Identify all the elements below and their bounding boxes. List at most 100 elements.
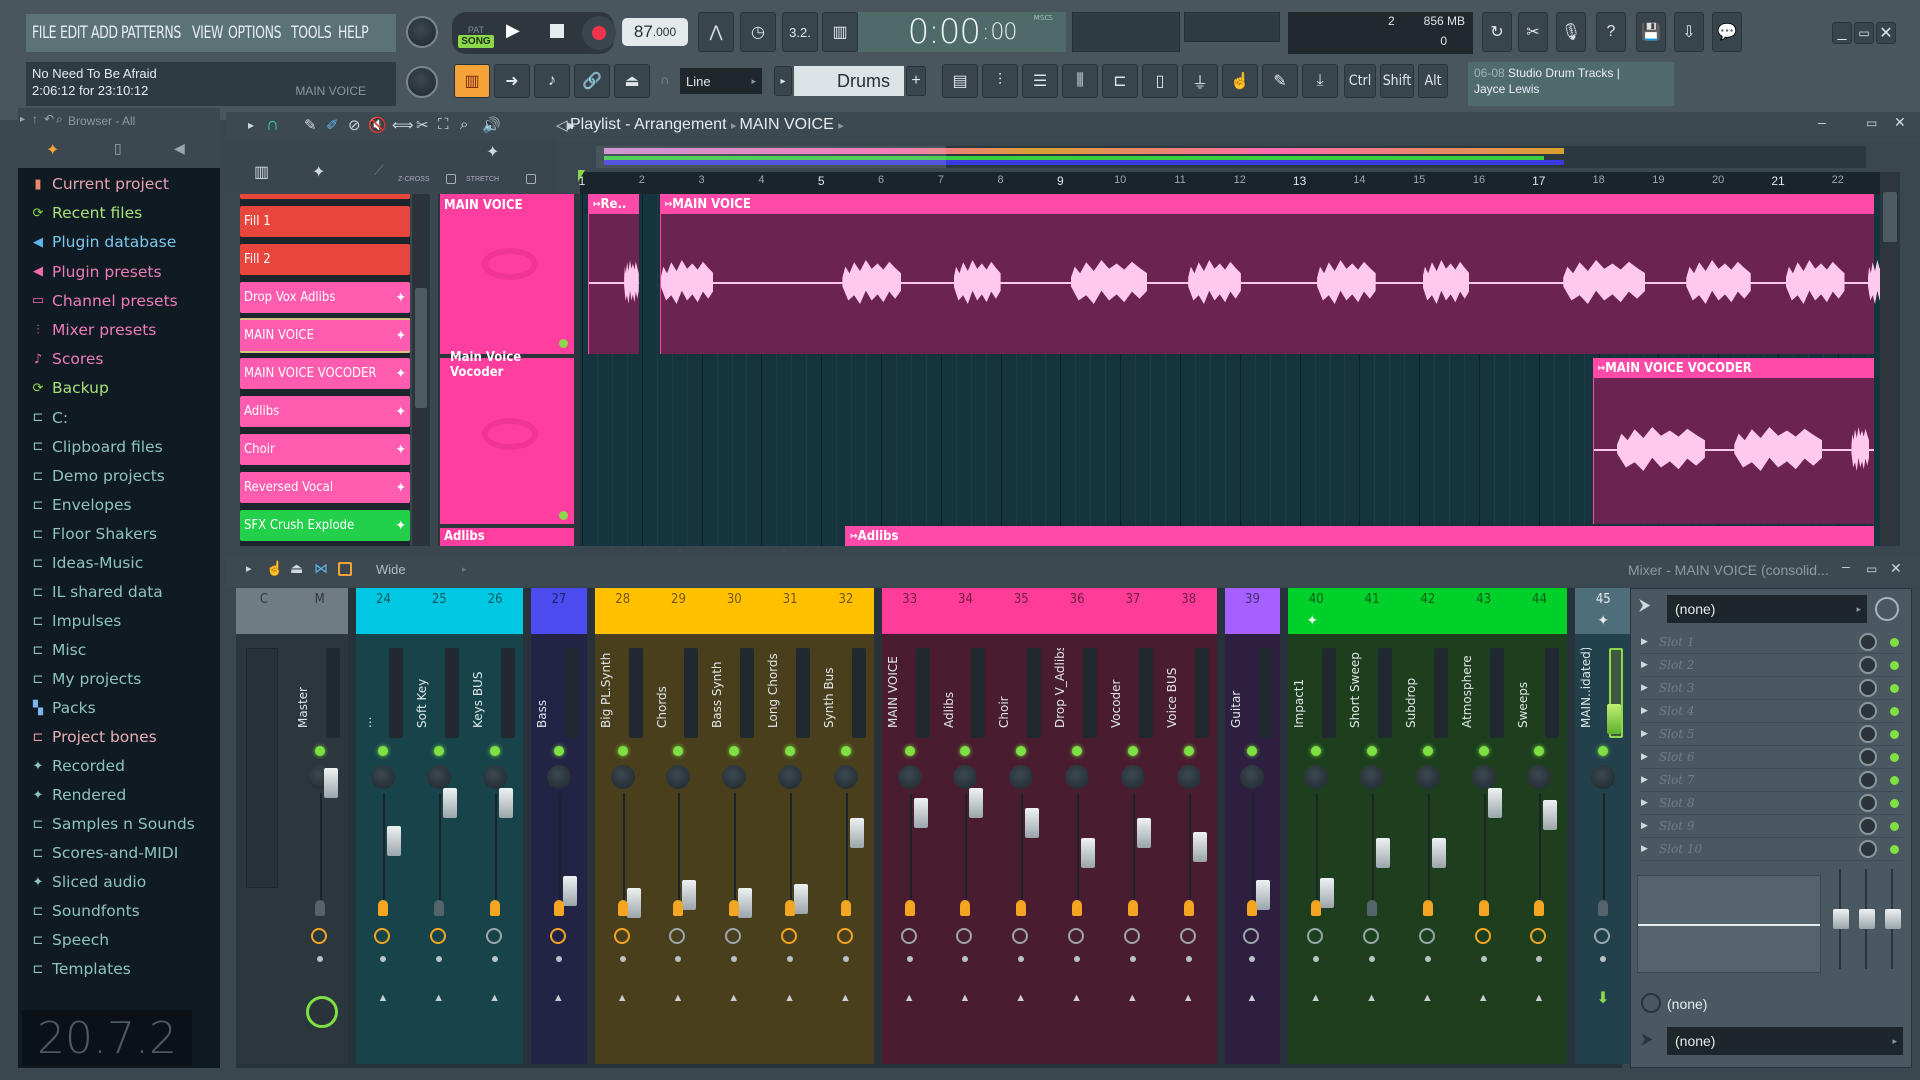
mute-led[interactable] <box>617 746 628 756</box>
browser-item[interactable]: ⊏ Scores-and-MIDI <box>30 841 179 865</box>
plugin-picker-button[interactable]: ⏚ <box>1182 64 1218 98</box>
preset-icon[interactable]: ⮞ <box>1639 597 1651 615</box>
slot-enable-led[interactable] <box>1890 706 1899 716</box>
select-tool-icon[interactable]: ⛶ <box>438 116 449 133</box>
stretch-checkbox[interactable] <box>526 174 536 184</box>
pattern-selector[interactable]: Drums <box>794 66 904 96</box>
slot-enable-led[interactable] <box>1890 637 1899 647</box>
audio-clip[interactable]: ↦ MAIN VOICE <box>659 194 1880 354</box>
fx-slot[interactable]: ▶ Slot 1 <box>1639 631 1903 654</box>
slide-tool-button[interactable]: ♪ <box>534 64 570 98</box>
slot-enable-led[interactable] <box>1890 821 1899 831</box>
mixer-strip-number[interactable]: 24 <box>355 588 412 634</box>
mute-led[interactable] <box>1534 746 1545 756</box>
volume-fader[interactable] <box>1376 838 1391 868</box>
menu-add[interactable]: ADD <box>91 23 118 43</box>
mixer-insert-icon[interactable]: ⏏ <box>290 560 303 577</box>
record-arm-dot[interactable] <box>1369 956 1376 962</box>
fx-enable-switch[interactable] <box>960 900 971 916</box>
latency-clock-icon[interactable] <box>1243 928 1260 944</box>
fx-slot[interactable]: ▶ Slot 6 <box>1639 746 1903 769</box>
menu-options[interactable]: OPTIONS <box>228 23 282 43</box>
mute-led[interactable] <box>960 746 971 756</box>
mixer-strip-number[interactable]: 36 <box>1049 588 1105 634</box>
browser-item[interactable]: ⊏ Impulses <box>30 609 122 633</box>
record-arm-dot[interactable] <box>436 956 443 962</box>
pan-knob[interactable] <box>1412 762 1443 792</box>
slot-expand-icon[interactable]: ▶ <box>1641 660 1648 670</box>
playback-tool-icon[interactable]: 🔊 <box>482 116 501 134</box>
latency-clock-icon[interactable] <box>486 928 503 944</box>
add-pattern-button[interactable]: + <box>906 66 926 96</box>
news-panel[interactable]: 06-08 Studio Drum Tracks | Jayce Lewis <box>1468 62 1674 106</box>
clip-list-scrollbar[interactable] <box>412 194 430 546</box>
slice-tool-icon[interactable]: ✂ <box>416 116 429 134</box>
playlist-close-icon[interactable]: ✕ <box>1894 114 1906 131</box>
pan-knob[interactable] <box>1237 762 1268 792</box>
mixer-strip-number[interactable]: 34 <box>937 588 994 634</box>
mixer-maximize-icon[interactable]: ▭ <box>1866 562 1877 576</box>
mixer-strip[interactable]: 29 Chords ▲ <box>650 588 707 1064</box>
clip-list-item[interactable]: SFX Crush Explode ✦ <box>240 510 410 541</box>
automation-clips-icon[interactable]: ⟋ <box>374 162 384 179</box>
latency-clock-icon[interactable] <box>1530 928 1547 944</box>
send-arrow-icon[interactable]: ▲ <box>728 992 739 1004</box>
latency-clock-icon[interactable] <box>1363 928 1380 944</box>
step-edit-button[interactable]: ▥ <box>822 12 858 52</box>
mixer-minimize-icon[interactable]: – <box>1842 558 1850 574</box>
clip-list-item[interactable]: MAIN VOICE ✦ <box>240 318 410 353</box>
clip-list-item[interactable]: Drop Vox Adlibs ✦ <box>240 282 410 313</box>
browser-item[interactable]: ⊏ Speech <box>30 928 110 952</box>
mixer-strip[interactable]: 30 Bass Synth ▲ <box>706 588 763 1064</box>
mixer-strip-number[interactable]: 44 <box>1511 588 1568 634</box>
slot-enable-led[interactable] <box>1890 752 1899 762</box>
browser-item[interactable]: ⊏ Clipboard files <box>30 435 163 459</box>
slot-expand-icon[interactable]: ▶ <box>1641 729 1648 739</box>
pan-knob[interactable] <box>368 762 399 792</box>
tempo-display[interactable]: 87.000 <box>622 18 688 46</box>
mute-led[interactable] <box>553 746 564 756</box>
volume-fader[interactable] <box>1081 838 1096 868</box>
send-arrow-icon[interactable]: ▲ <box>840 992 851 1004</box>
export-button[interactable]: ⇩ <box>1674 12 1704 52</box>
pan-knob[interactable] <box>775 762 806 792</box>
mute-led[interactable] <box>1422 746 1433 756</box>
mixer-layout-icon[interactable] <box>338 562 352 576</box>
snap-select[interactable]: Line ▸ <box>680 68 762 94</box>
play-icon[interactable]: ▶ <box>506 20 520 41</box>
menu-file[interactable]: FILE <box>32 23 57 43</box>
record-arm-dot[interactable] <box>1249 956 1256 962</box>
latency-clock-icon[interactable] <box>781 928 798 944</box>
latency-clock-icon[interactable] <box>1068 928 1085 944</box>
mixer-strip[interactable]: M Master <box>291 588 348 1064</box>
clip-menu-icon[interactable]: ↦ <box>1598 363 1606 374</box>
slot-mix-knob[interactable] <box>1859 702 1877 720</box>
slot-enable-led[interactable] <box>1890 660 1899 670</box>
audio-clip[interactable]: ↦ Re.. <box>587 194 639 354</box>
browser-item[interactable]: ⟳ Backup <box>30 376 109 400</box>
slot-enable-led[interactable] <box>1890 683 1899 693</box>
record-arm-dot[interactable] <box>1018 956 1025 962</box>
slip-tool-icon[interactable]: ⟺ <box>392 116 414 134</box>
playlist-menu-icon[interactable]: ▸ <box>248 118 254 132</box>
metronome-button[interactable]: ⋀ <box>698 12 734 52</box>
slot-expand-icon[interactable]: ▶ <box>1641 798 1648 808</box>
browser-item[interactable]: ⊏ Ideas-Music <box>30 551 144 575</box>
send-arrow-icon[interactable]: ▲ <box>433 992 444 1004</box>
cut-audio-button[interactable]: ✂ <box>1518 12 1548 52</box>
arrangement-grid[interactable]: ↦ Re.. ↦ MAIN VOICE ↦ MAIN VOICE VOCODER ↦ … <box>580 194 1880 546</box>
send-arrow-icon[interactable]: ▲ <box>784 992 795 1004</box>
news-button[interactable]: 💬 <box>1712 12 1742 52</box>
mixer-strip[interactable]: 37 Vocoder ▲ <box>1105 588 1161 1064</box>
volume-fader[interactable] <box>1136 818 1151 848</box>
latency-clock-icon[interactable] <box>836 928 853 944</box>
playlist-tool-button[interactable]: ▥ <box>454 64 490 98</box>
pan-knob[interactable] <box>1117 762 1148 792</box>
mute-led[interactable] <box>1311 746 1322 756</box>
browser-all-icon[interactable]: ✦ <box>46 140 59 160</box>
download-button[interactable]: ⤓ <box>1302 64 1338 98</box>
pan-knob[interactable] <box>663 762 694 792</box>
fx-slot[interactable]: ▶ Slot 4 <box>1639 700 1903 723</box>
pan-knob[interactable] <box>830 762 861 792</box>
pan-knob[interactable] <box>894 762 925 792</box>
